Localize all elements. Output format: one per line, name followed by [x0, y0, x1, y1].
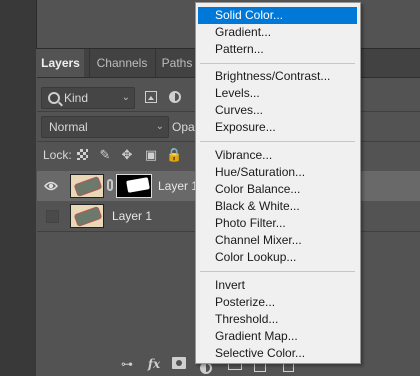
menu-item-color-lookup[interactable]: Color Lookup... — [198, 249, 357, 266]
layer-mask-thumbnail[interactable] — [116, 174, 152, 198]
layer-name[interactable]: Layer 1 — [112, 209, 152, 223]
lock-all-icon[interactable]: 🔒 — [166, 148, 182, 162]
menu-item-levels[interactable]: Levels... — [198, 85, 357, 102]
menu-item-selective-color[interactable]: Selective Color... — [198, 345, 357, 362]
chevron-down-icon: ⌄ — [155, 121, 164, 132]
lock-position-icon[interactable]: ✥ — [120, 148, 134, 162]
blend-mode-value: Normal — [49, 120, 88, 134]
eye-icon[interactable] — [44, 180, 58, 192]
lock-artboard-icon[interactable]: ▣ — [144, 148, 158, 162]
opacity-label: Opa — [172, 120, 195, 134]
image-filter-icon[interactable] — [145, 91, 157, 103]
menu-item-channel-mixer[interactable]: Channel Mixer... — [198, 232, 357, 249]
menu-item-vibrance[interactable]: Vibrance... — [198, 147, 357, 164]
adjustment-layer-menu: Solid Color... Gradient... Pattern... Br… — [195, 2, 361, 364]
menu-item-invert[interactable]: Invert — [198, 277, 357, 294]
menu-item-solid-color[interactable]: Solid Color... — [198, 7, 357, 24]
menu-item-gradient[interactable]: Gradient... — [198, 24, 357, 41]
filter-kind-label: Kind — [64, 91, 89, 105]
lock-transparent-pixels-icon[interactable] — [77, 149, 88, 160]
menu-item-hue-saturation[interactable]: Hue/Saturation... — [198, 164, 357, 181]
menu-item-brightness-contrast[interactable]: Brightness/Contrast... — [198, 68, 357, 85]
lock-label: Lock: — [43, 148, 72, 162]
layer-thumbnail[interactable] — [70, 204, 104, 228]
menu-separator — [200, 271, 355, 272]
adjustment-filter-icon[interactable] — [169, 91, 181, 103]
tab-channels[interactable]: Channels — [89, 49, 154, 77]
search-icon — [48, 92, 60, 104]
menu-item-threshold[interactable]: Threshold... — [198, 311, 357, 328]
tab-layers[interactable]: Layers — [37, 49, 84, 77]
link-layers-icon[interactable]: ⊶ — [118, 356, 136, 372]
menu-item-photo-filter[interactable]: Photo Filter... — [198, 215, 357, 232]
menu-item-posterize[interactable]: Posterize... — [198, 294, 357, 311]
visibility-toggle[interactable] — [46, 210, 59, 223]
chevron-down-icon: ⌄ — [121, 92, 130, 103]
menu-item-black-white[interactable]: Black & White... — [198, 198, 357, 215]
layer-style-fx-button[interactable]: fx — [146, 356, 162, 372]
left-dock-strip — [0, 0, 36, 376]
menu-separator — [200, 63, 355, 64]
filter-kind-select[interactable]: Kind ⌄ — [41, 87, 135, 109]
blend-mode-select[interactable]: Normal ⌄ — [41, 116, 169, 138]
menu-item-curves[interactable]: Curves... — [198, 102, 357, 119]
chain-link-icon[interactable] — [107, 179, 113, 191]
tab-paths[interactable]: Paths — [155, 49, 198, 77]
menu-item-gradient-map[interactable]: Gradient Map... — [198, 328, 357, 345]
menu-separator — [200, 141, 355, 142]
menu-item-exposure[interactable]: Exposure... — [198, 119, 357, 136]
layer-name[interactable]: Layer 1 — [158, 179, 198, 193]
menu-item-pattern[interactable]: Pattern... — [198, 41, 357, 58]
lock-image-pixels-icon[interactable]: ✎ — [98, 148, 112, 162]
layer-thumbnail[interactable] — [70, 174, 104, 198]
menu-item-color-balance[interactable]: Color Balance... — [198, 181, 357, 198]
add-mask-icon[interactable] — [172, 357, 186, 369]
